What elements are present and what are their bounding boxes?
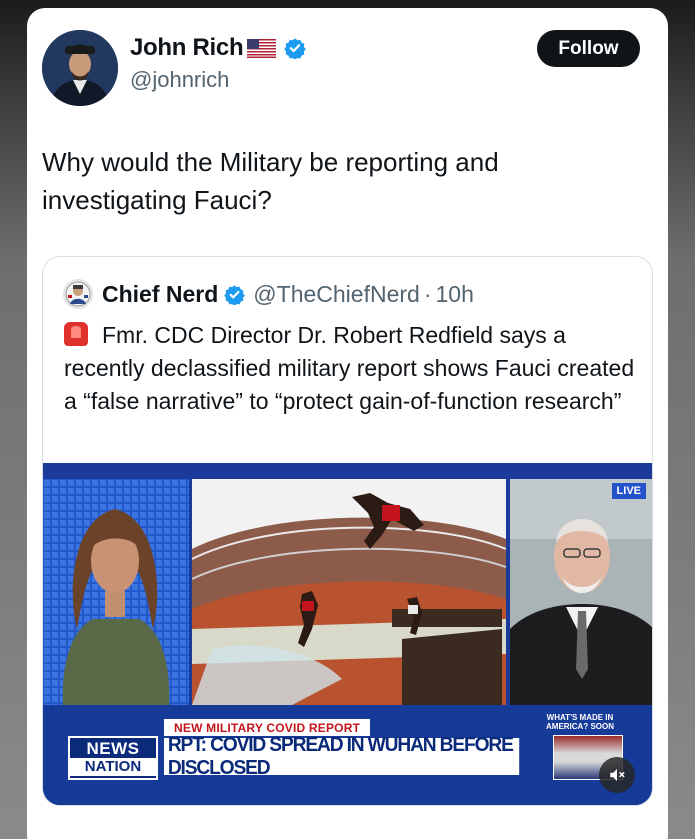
meta-separator: · [423,280,432,307]
tweet-card[interactable]: John Rich @johnrich Follow Why would the… [27,8,668,839]
logo-top-text: NEWS [86,739,140,758]
quoted-author-avatar[interactable] [63,279,93,309]
news-headline: RPT: COVID SPREAD IN WUHAN BEFORE DISCLO… [164,734,520,779]
siren-icon [64,322,88,346]
steeplechase-video-panel [192,479,506,705]
video-player[interactable]: LIVE NEW MILITARY COVID REPORT NEWS NATI… [43,463,652,805]
logo-bottom-text: NATION [70,758,156,776]
author-avatar[interactable] [42,30,118,106]
promo-text: WHAT'S MADE IN AMERICA? SOON [546,713,614,731]
quoted-author-handle[interactable]: @TheChiefNerd [253,281,420,308]
guest-video-panel: LIVE [510,479,652,705]
us-flag-icon [247,38,277,58]
anchor-video-panel [43,479,189,705]
verified-badge-icon [224,284,246,306]
quoted-tweet-text: Fmr. CDC Director Dr. Robert Redfield sa… [64,319,644,418]
quoted-tweet[interactable]: Chief Nerd @TheChiefNerd · 10h Fmr. CDC … [42,256,653,806]
news-lower-third: NEW MILITARY COVID REPORT NEWS NATION RP… [43,705,652,805]
live-badge: LIVE [611,483,646,499]
follow-button[interactable]: Follow [537,30,640,67]
quoted-timestamp[interactable]: 10h [436,281,474,308]
news-nation-logo: NEWS NATION [68,736,158,780]
muted-speaker-icon[interactable] [599,757,635,793]
tweet-text: Why would the Military be reporting and … [42,147,499,215]
author-name[interactable]: John Rich [130,34,244,62]
author-block: John Rich @johnrich [130,33,307,93]
verified-badge-icon [284,37,307,60]
author-handle[interactable]: @johnrich [130,67,306,93]
quoted-author-name[interactable]: Chief Nerd [102,281,218,308]
quoted-tweet-header: Chief Nerd @TheChiefNerd · 10h [63,279,474,309]
quoted-text-body: Fmr. CDC Director Dr. Robert Redfield sa… [64,322,635,414]
